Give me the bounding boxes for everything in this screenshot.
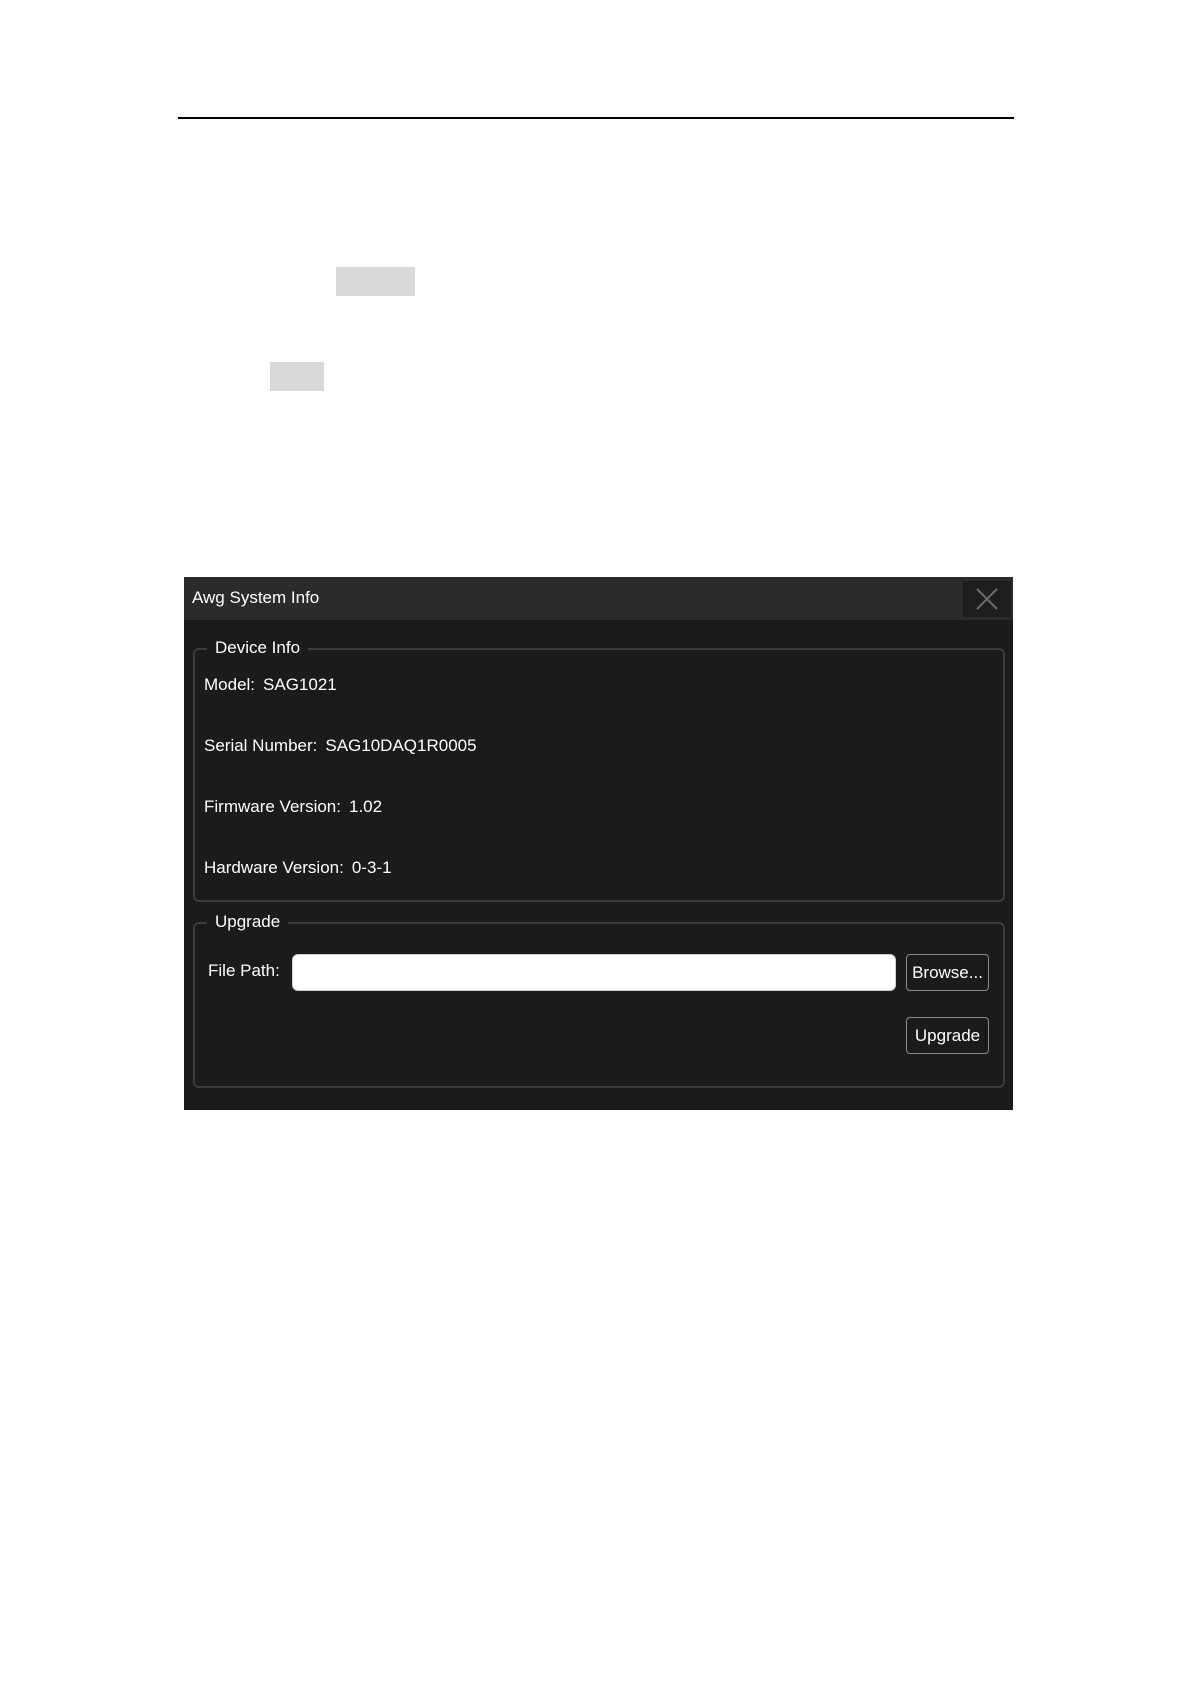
firmware-row: Firmware Version: 1.02 [204, 797, 382, 817]
device-info-group: Device Info Model: SAG1021 Serial Number:… [193, 637, 1005, 902]
dialog-title: Awg System Info [192, 588, 320, 607]
upgrade-button[interactable]: Upgrade [906, 1017, 989, 1054]
model-value: SAG1021 [263, 675, 337, 694]
firmware-value: 1.02 [348, 797, 383, 816]
dialog-titlebar: Awg System Info [184, 577, 1013, 620]
hardware-value: 0-3-1 [351, 858, 392, 877]
device-info-legend: Device Info [207, 637, 309, 659]
highlight-block [270, 362, 324, 391]
firmware-label: Firmware Version: [204, 797, 341, 816]
system-info-dialog: Awg System Info Device Info Model: SAG102… [184, 577, 1013, 1110]
browse-button[interactable]: Browse... [906, 954, 989, 991]
file-path-input[interactable] [292, 954, 896, 991]
upgrade-legend: Upgrade [207, 911, 289, 933]
serial-row: Serial Number: SAG10DAQ1R0005 [204, 736, 477, 756]
close-button[interactable] [963, 581, 1011, 617]
upgrade-group: Upgrade File Path: Browse... Upgrade [193, 911, 1005, 1088]
file-path-label: File Path: [208, 961, 280, 980]
highlight-block [336, 267, 415, 296]
model-label: Model: [204, 675, 256, 694]
serial-value: SAG10DAQ1R0005 [325, 736, 477, 755]
hardware-label: Hardware Version: [204, 858, 344, 877]
hardware-row: Hardware Version: 0-3-1 [204, 858, 392, 878]
serial-label: Serial Number: [204, 736, 318, 755]
header-rule [178, 117, 1014, 119]
model-row: Model: SAG1021 [204, 675, 337, 695]
close-icon [976, 588, 998, 610]
